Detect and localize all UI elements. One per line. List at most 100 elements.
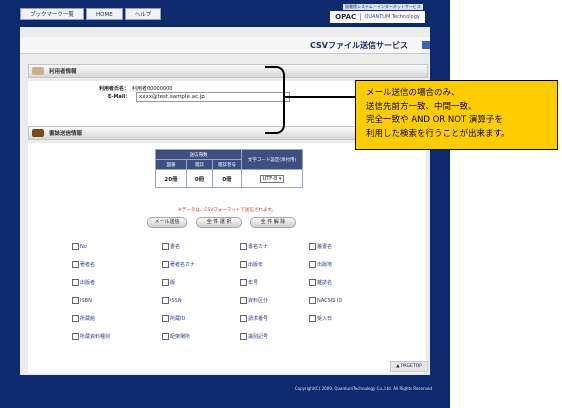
field-label: 出版年 bbox=[248, 262, 264, 268]
checkbox-icon[interactable] bbox=[162, 333, 169, 340]
field-label: ISSN bbox=[170, 298, 182, 304]
csv-note: ※データは、CSVフォーマットで送信されます。 bbox=[178, 208, 276, 213]
checkbox-icon[interactable] bbox=[162, 315, 169, 322]
logo-company: QUANTUM Technology bbox=[364, 14, 420, 20]
callout-connector bbox=[283, 96, 357, 98]
field-label: 叢書名 bbox=[317, 244, 333, 250]
encoding-cell: UTF-8 ▾ bbox=[241, 169, 303, 188]
col-encoding: 文字コード設定(添付用) bbox=[241, 149, 303, 170]
page-title-bar: CSVファイル送信サービス bbox=[20, 37, 430, 54]
checkbox-icon[interactable] bbox=[309, 315, 316, 322]
field-checkbox[interactable]: 資料区分 bbox=[240, 297, 268, 304]
field-label: 所蔵資料種別 bbox=[80, 334, 111, 340]
user-section-header: 利用者情報 bbox=[28, 64, 428, 78]
journals-count: 0冊 bbox=[186, 169, 213, 188]
field-checkbox[interactable]: 配架場所 bbox=[162, 333, 190, 340]
select-all-button[interactable]: 全 件 選 択 bbox=[196, 217, 242, 228]
field-checkbox[interactable]: 雑誌名 bbox=[309, 279, 332, 286]
field-label: 書名 bbox=[170, 244, 181, 250]
field-checkbox[interactable]: 叢書名 bbox=[309, 243, 332, 250]
checkbox-icon[interactable] bbox=[240, 279, 247, 286]
checkbox-icon[interactable] bbox=[72, 279, 79, 286]
field-checkbox[interactable]: 所蔵資料種別 bbox=[72, 333, 110, 340]
field-checkbox[interactable]: 版 bbox=[162, 279, 175, 286]
book-open-icon bbox=[32, 67, 44, 75]
checkbox-icon[interactable] bbox=[72, 243, 79, 250]
field-checkbox[interactable]: NACSIS ID bbox=[309, 297, 342, 304]
field-checkbox[interactable]: 所蔵館 bbox=[72, 315, 95, 322]
field-label: 著者名カナ bbox=[170, 262, 196, 268]
checkbox-icon[interactable] bbox=[309, 279, 316, 286]
nav-help[interactable]: ヘルプ bbox=[124, 8, 162, 20]
checkbox-icon[interactable] bbox=[72, 315, 79, 322]
clear-all-button[interactable]: 全 件 解 除 bbox=[250, 217, 296, 228]
callout-line: 利用した検索を行うことが出来ます。 bbox=[366, 128, 510, 139]
logo: OPAC | QUANTUM Technology bbox=[330, 11, 425, 23]
field-label: 識別記号 bbox=[248, 334, 269, 340]
field-label: NACSIS ID bbox=[317, 298, 343, 304]
checkbox-icon[interactable] bbox=[72, 333, 79, 340]
send-mail-button[interactable]: メール送信 bbox=[147, 217, 187, 228]
field-checkbox[interactable]: 著者名 bbox=[72, 261, 95, 268]
user-section-title: 利用者情報 bbox=[49, 69, 77, 75]
field-checkbox[interactable]: 出版年 bbox=[240, 261, 263, 268]
field-label: 所蔵館 bbox=[80, 316, 96, 322]
checkbox-icon[interactable] bbox=[240, 243, 247, 250]
field-checkbox[interactable]: 出版地 bbox=[309, 261, 332, 268]
field-checkbox[interactable]: 請求番号 bbox=[240, 315, 268, 322]
checkbox-icon[interactable] bbox=[162, 261, 169, 268]
field-checkbox[interactable]: 受入日 bbox=[309, 315, 332, 322]
callout-line: メール送信の場合のみ、 bbox=[366, 88, 460, 98]
checkbox-icon[interactable] bbox=[309, 243, 316, 250]
callout-box: メール送信の場合のみ、 送信先前方一致、中間一致、 完全一致や AND OR N… bbox=[355, 80, 558, 150]
field-label: 資料区分 bbox=[248, 298, 269, 304]
field-label: No bbox=[80, 244, 87, 250]
field-label: 出版地 bbox=[317, 262, 333, 268]
page-title: CSVファイル送信サービス bbox=[310, 41, 408, 50]
send-section-title: 書誌送信情報 bbox=[49, 131, 83, 137]
send-info-panel: 送信冊数 文字コード設定(添付用) 図書 雑誌 雑誌巻号 20冊 0冊 0冊 U… bbox=[28, 143, 426, 373]
email-label: E-Mail： bbox=[108, 94, 131, 100]
checkbox-icon[interactable] bbox=[309, 261, 316, 268]
field-checkbox[interactable]: 書名 bbox=[162, 243, 180, 250]
checkbox-icon[interactable] bbox=[162, 297, 169, 304]
field-checkbox[interactable]: 識別記号 bbox=[240, 333, 268, 340]
checkbox-icon[interactable] bbox=[240, 315, 247, 322]
field-checkbox[interactable]: ISBN bbox=[72, 297, 92, 304]
checkbox-icon[interactable] bbox=[240, 261, 247, 268]
field-checkbox[interactable]: ISSN bbox=[162, 297, 182, 304]
issues-count: 0冊 bbox=[212, 169, 242, 188]
app-frame: ブックマーク一覧 HOME ヘルプ 図書館システム・インターネットサービス OP… bbox=[0, 0, 450, 408]
field-checkbox[interactable]: 書名カナ bbox=[240, 243, 268, 250]
field-checkbox[interactable]: No bbox=[72, 243, 87, 250]
checkbox-icon[interactable] bbox=[240, 333, 247, 340]
encoding-select[interactable]: UTF-8 ▾ bbox=[259, 174, 285, 183]
nav-bookmarks[interactable]: ブックマーク一覧 bbox=[20, 8, 85, 20]
count-header: 送信冊数 bbox=[155, 149, 242, 160]
checkbox-icon[interactable] bbox=[162, 279, 169, 286]
count-table: 送信冊数 文字コード設定(添付用) 図書 雑誌 雑誌巻号 20冊 0冊 0冊 U… bbox=[155, 149, 303, 188]
field-label: 請求番号 bbox=[248, 316, 269, 322]
name-value: 利用者00000000 bbox=[132, 86, 173, 92]
field-checkbox[interactable]: 著者名カナ bbox=[162, 261, 195, 268]
field-checkbox[interactable]: 出版者 bbox=[72, 279, 95, 286]
checkbox-icon[interactable] bbox=[72, 297, 79, 304]
pagetop-link[interactable]: ▲ PAGETOP bbox=[390, 361, 428, 372]
field-checkbox[interactable]: 年号 bbox=[240, 279, 258, 286]
field-label: 出版者 bbox=[80, 280, 96, 286]
nav-home[interactable]: HOME bbox=[86, 8, 123, 20]
field-label: 年号 bbox=[248, 280, 259, 286]
checkbox-icon[interactable] bbox=[162, 243, 169, 250]
encoding-value: UTF-8 bbox=[262, 175, 278, 182]
callout-bracket bbox=[265, 66, 285, 134]
checkbox-icon[interactable] bbox=[309, 297, 316, 304]
field-label: ISBN bbox=[80, 298, 92, 304]
field-label: 配架場所 bbox=[170, 334, 191, 340]
footer: Copyright(C) 2009, QuantumTechnology Co.… bbox=[0, 380, 450, 408]
field-label: 版 bbox=[170, 280, 176, 286]
checkbox-icon[interactable] bbox=[72, 261, 79, 268]
chevron-down-icon: ▾ bbox=[278, 175, 282, 182]
field-checkbox[interactable]: 所蔵ID bbox=[162, 315, 185, 322]
field-label: 著者名 bbox=[80, 262, 96, 268]
checkbox-icon[interactable] bbox=[240, 297, 247, 304]
